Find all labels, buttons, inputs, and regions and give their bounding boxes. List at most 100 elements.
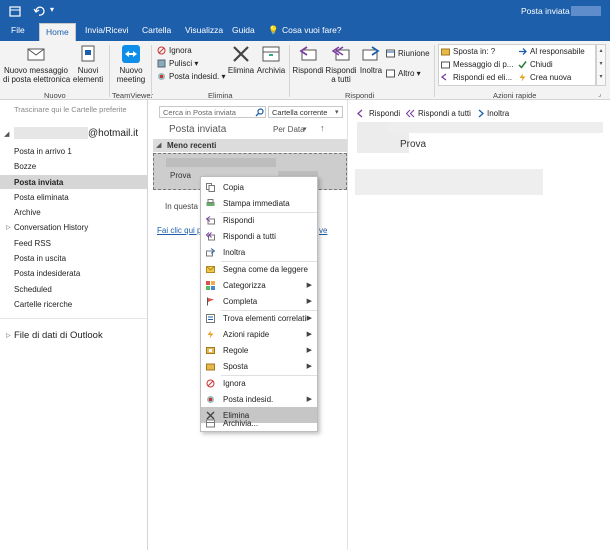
quick-step-team-email[interactable]: Messaggio di p...: [441, 60, 513, 69]
search-scope-dropdown[interactable]: Cartella corrente ▾: [268, 106, 343, 118]
reply-button[interactable]: Rispondi: [291, 45, 325, 75]
folder-scheduled[interactable]: Scheduled: [14, 285, 52, 294]
folder-archive[interactable]: Archive: [14, 208, 41, 217]
folder-search[interactable]: Cartelle ricerche: [14, 300, 72, 309]
flag-icon: [207, 297, 214, 306]
menu-item-follow-up[interactable]: Completa ▶: [201, 293, 317, 309]
data-file-folder[interactable]: File di dati di Outlook: [14, 330, 103, 341]
archive-button[interactable]: Archivia: [256, 45, 286, 75]
menu-item-reply[interactable]: Rispondi: [201, 212, 317, 228]
menu-item-quick-steps[interactable]: Azioni rapide ▶: [201, 326, 317, 342]
new-meeting-button[interactable]: Nuovo meeting: [113, 45, 149, 84]
group-header-label: Meno recenti: [167, 141, 217, 150]
quick-steps-scroll[interactable]: ▴ ▾ ▾: [596, 44, 606, 86]
dialog-launcher-icon[interactable]: ⌟: [598, 90, 601, 98]
menu-item-copy[interactable]: Copia: [201, 179, 317, 195]
chevron-right-icon[interactable]: ▷: [6, 332, 11, 339]
menu-item-archive-row[interactable]: Archivia...: [201, 415, 317, 431]
menu-item-quick-print[interactable]: Stampa immediata: [201, 195, 317, 211]
quick-step-done-label: Chiudi: [530, 60, 553, 69]
forward-button[interactable]: Inoltra: [357, 45, 385, 75]
tell-me-search[interactable]: Cosa vuoi fare?: [282, 25, 342, 35]
menu-item-label: Trova elementi correlati: [223, 314, 307, 323]
group-header[interactable]: ◢ Meno recenti: [153, 139, 347, 152]
reply-button[interactable]: Rispondi: [357, 109, 400, 118]
menu-item-rules[interactable]: Regole ▶: [201, 342, 317, 358]
chevron-right-icon[interactable]: ▷: [6, 224, 11, 231]
new-items-button[interactable]: Nuovi elementi: [71, 45, 105, 84]
ignore-label: Ignora: [169, 46, 192, 55]
junk-button[interactable]: Posta indesid. ▾: [157, 72, 226, 81]
menu-item-label: Regole: [223, 346, 249, 355]
quick-step-to-manager[interactable]: Al responsabile: [518, 47, 585, 56]
search-icon[interactable]: [255, 108, 264, 117]
new-meeting-label: Nuovo meeting: [116, 66, 146, 84]
menu-item-categorize[interactable]: Categorizza ▶: [201, 277, 317, 293]
more-on-server-link[interactable]: Fai clic qui pe: [157, 226, 206, 235]
quick-step-move-to[interactable]: Sposta in: ?: [441, 47, 495, 56]
folder-junk[interactable]: Posta indesiderata: [14, 269, 80, 278]
new-email-button[interactable]: Nuovo messaggio di posta elettronica: [3, 45, 70, 84]
sort-direction-icon[interactable]: ↑: [320, 123, 325, 133]
menu-item-mark-unread[interactable]: Segna come da leggere: [201, 261, 317, 277]
more-label: Altro: [398, 69, 415, 78]
cleanup-button[interactable]: Pulisci ▾: [157, 59, 198, 68]
tab-cartella[interactable]: Cartella: [142, 25, 171, 35]
meeting-icon: [386, 49, 395, 58]
sender-redacted: [389, 122, 603, 133]
quick-step-create-new-label: Crea nuova: [530, 73, 572, 82]
tab-visualizza[interactable]: Visualizza: [185, 25, 223, 35]
forward-button[interactable]: Inoltra: [475, 109, 509, 118]
tab-invia-ricevi[interactable]: Invia/Ricevi: [85, 25, 128, 35]
teamviewer-icon: [122, 45, 140, 63]
chevron-right-icon: ▶: [306, 331, 312, 338]
ribbon-divider: [434, 45, 435, 97]
quick-step-reply-delete[interactable]: Rispondi ed eli...: [441, 73, 512, 82]
delete-label: Elimina: [227, 66, 255, 75]
tab-guida[interactable]: Guida: [232, 25, 255, 35]
sort-by[interactable]: Per Data: [273, 125, 305, 134]
more-on-server-link-end[interactable]: ve: [319, 226, 327, 235]
folder-drafts[interactable]: Bozze: [14, 162, 36, 171]
menu-item-move[interactable]: Sposta ▶: [201, 358, 317, 374]
rules-icon: [206, 347, 215, 354]
chevron-down-icon[interactable]: ◢: [4, 130, 9, 138]
reply-delete-icon: [441, 73, 447, 81]
chevron-right-icon: ▶: [306, 298, 312, 305]
menu-item-reply-all[interactable]: Rispondi a tutti: [201, 228, 317, 244]
undo-icon[interactable]: [33, 5, 45, 17]
meeting-button[interactable]: Riunione: [386, 49, 430, 58]
reply-all-button[interactable]: Rispondi a tutti: [325, 45, 357, 84]
group-rispondi-label: Rispondi: [345, 91, 375, 100]
reading-pane: Rispondi Rispondi a tutti Inoltra Prova: [349, 100, 610, 550]
quick-step-done[interactable]: Chiudi: [518, 60, 553, 70]
folder-deleted[interactable]: Posta eliminata: [14, 193, 69, 202]
folder-conversation-history[interactable]: Conversation History: [14, 223, 88, 232]
calendar-icon[interactable]: [9, 5, 21, 17]
qat-dropdown-icon[interactable]: ▾: [50, 5, 54, 14]
new-email-icon: [27, 48, 45, 61]
title-bar: ▾ Posta inviata -: [0, 0, 610, 22]
menu-item-junk[interactable]: Posta indesid. ▶: [201, 391, 317, 407]
more-button[interactable]: Altro ▾: [386, 69, 421, 78]
menu-item-forward[interactable]: Inoltra: [201, 244, 317, 260]
menu-item-find-related[interactable]: Trova elementi correlati ▶: [201, 310, 317, 326]
ignore-button[interactable]: Ignora: [157, 46, 192, 55]
folder-inbox[interactable]: Posta in arrivo 1: [14, 147, 72, 156]
forward-label: Inoltra: [359, 66, 383, 75]
delete-button[interactable]: Elimina: [226, 45, 256, 75]
folder-rss[interactable]: Feed RSS: [14, 239, 51, 248]
chevron-down-icon[interactable]: ▾: [303, 125, 307, 133]
account-name[interactable]: @hotmail.it: [88, 128, 138, 139]
search-input[interactable]: Cerca in Posta inviata: [159, 106, 266, 118]
folder-outbox[interactable]: Posta in uscita: [14, 254, 66, 263]
reply-all-button[interactable]: Rispondi a tutti: [406, 109, 471, 118]
window-title: Posta inviata -: [521, 6, 575, 16]
group-teamviewer-label: TeamViewer: [112, 91, 154, 100]
menu-item-ignore[interactable]: Ignora: [201, 375, 317, 391]
quick-step-create-new[interactable]: Crea nuova: [518, 73, 571, 82]
chevron-down-icon: ▾: [192, 59, 199, 68]
tab-file[interactable]: File: [11, 25, 25, 35]
tab-home[interactable]: Home: [39, 23, 76, 41]
folder-sent[interactable]: Posta inviata: [14, 178, 63, 187]
